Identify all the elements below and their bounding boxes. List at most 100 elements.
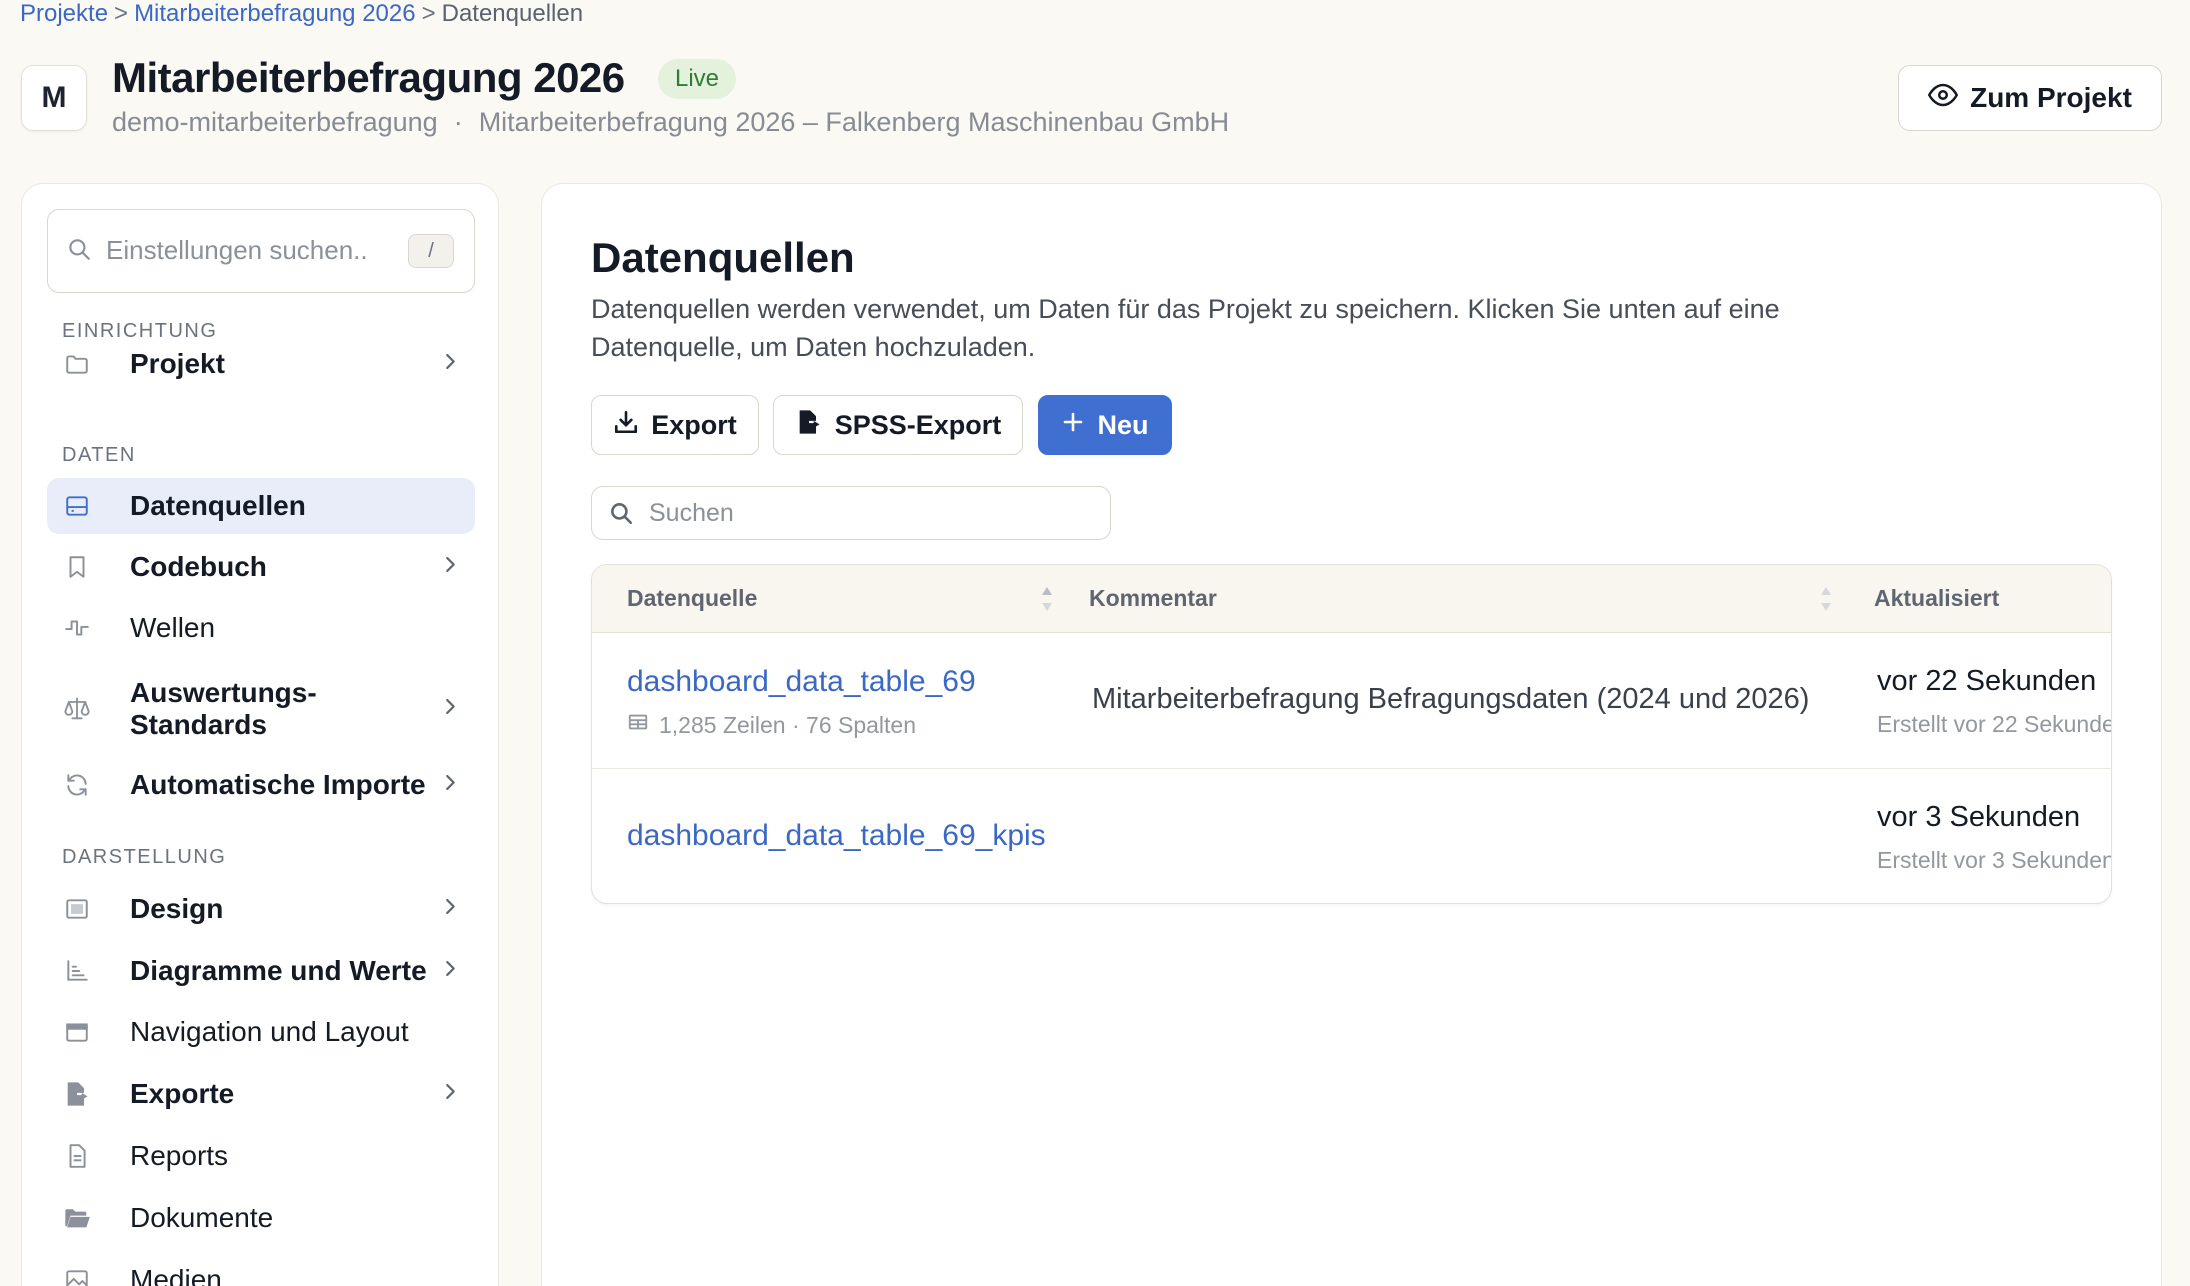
- page-title: Mitarbeiterbefragung 2026: [112, 54, 625, 101]
- datasource-link[interactable]: dashboard_data_table_69: [627, 665, 976, 699]
- sidebar-item-exporte[interactable]: Exporte: [47, 1066, 475, 1122]
- datasource-table: Datenquelle Kommentar Aktualisiert dashb…: [591, 564, 2112, 904]
- sidebar-item-label: Codebuch: [130, 551, 267, 582]
- datasource-comment: Mitarbeiterbefragung Befragungsdaten (20…: [1092, 683, 1810, 715]
- sidebar-item-diagramme[interactable]: Diagramme und Werte: [47, 943, 475, 999]
- section-label-data: DATEN: [62, 444, 136, 466]
- sidebar-item-label: Exporte: [130, 1078, 235, 1109]
- media-icon: [63, 1266, 91, 1286]
- waves-icon: [63, 614, 91, 642]
- sidebar-item-label: Datenquellen: [130, 490, 306, 521]
- file-export-icon: [63, 1080, 91, 1108]
- sidebar-item-label-line1: Auswertungs-: [130, 677, 317, 708]
- updated-time: vor 22 Sekunden: [1877, 665, 2097, 697]
- chevron-right-icon: [439, 958, 461, 985]
- sidebar-item-label: Automatische Importe: [130, 769, 426, 800]
- sidebar-item-auswertungs-standards[interactable]: Auswertungs- Standards: [47, 669, 475, 749]
- file-export-icon: [795, 408, 823, 443]
- new-button-label: Neu: [1097, 409, 1149, 440]
- view-project-button[interactable]: Zum Projekt: [1898, 65, 2162, 131]
- sidebar-item-design[interactable]: Design: [47, 881, 475, 937]
- section-description: Datenquellen werden verwendet, um Daten …: [591, 294, 1780, 362]
- chevron-right-icon: [439, 1081, 461, 1108]
- sidebar-item-medien[interactable]: Medien: [47, 1252, 475, 1286]
- layout-icon: [63, 1018, 91, 1046]
- sidebar-item-datenquellen[interactable]: Datenquellen: [47, 478, 475, 534]
- sidebar-item-label: Design: [130, 893, 224, 924]
- sidebar-item-codebuch[interactable]: Codebuch: [47, 539, 475, 595]
- sort-icon[interactable]: [1039, 583, 1055, 620]
- search-placeholder: Suchen: [649, 499, 734, 527]
- view-project-label: Zum Projekt: [1970, 82, 2132, 113]
- export-button[interactable]: Export: [591, 395, 759, 455]
- refresh-icon: [63, 771, 91, 799]
- section-title: Datenquellen: [591, 234, 855, 281]
- sidebar-item-wellen[interactable]: Wellen: [47, 600, 475, 656]
- sidebar-item-dokumente[interactable]: Dokumente: [47, 1190, 475, 1246]
- folder-icon: [63, 350, 91, 378]
- export-button-label: Export: [651, 409, 737, 440]
- breadcrumb-project[interactable]: Mitarbeiterbefragung 2026: [134, 0, 416, 27]
- created-time: Erstellt vor 3 Sekunden: [1877, 847, 2112, 873]
- sidebar-item-reports[interactable]: Reports: [47, 1128, 475, 1184]
- eye-icon: [1928, 80, 1959, 117]
- project-subtitle: demo-mitarbeiterbefragung · Mitarbeiterbef…: [112, 107, 1229, 138]
- section-label-display: DARSTELLUNG: [62, 846, 227, 868]
- chevron-right-icon: [439, 696, 461, 723]
- settings-search-input[interactable]: Einstellungen suchen.. /: [47, 209, 475, 293]
- datasource-meta: 1,285 Zeilen · 76 Spalten: [627, 711, 916, 739]
- chevron-right-icon: [439, 554, 461, 581]
- column-header-kommentar[interactable]: Kommentar: [1089, 585, 1217, 612]
- breadcrumb-current: Datenquellen: [441, 0, 584, 27]
- datasource-search-input[interactable]: Suchen: [591, 486, 1111, 540]
- table-row[interactable]: dashboard_data_table_69 1,285 Zeilen · 7…: [592, 633, 2111, 769]
- sidebar-item-label: Navigation und Layout: [130, 1016, 409, 1047]
- document-icon: [63, 1142, 91, 1170]
- chevron-right-icon: [439, 772, 461, 799]
- datasource-link[interactable]: dashboard_data_table_69_kpis: [627, 819, 1046, 853]
- folder-open-icon: [63, 1204, 91, 1232]
- shortcut-hint: /: [408, 234, 454, 268]
- sidebar-item-automatische-importe[interactable]: Automatische Importe: [47, 757, 475, 813]
- breadcrumb-projekte[interactable]: Projekte: [20, 0, 108, 27]
- updated-time: vor 3 Sekunden: [1877, 801, 2081, 833]
- chevron-right-icon: [439, 896, 461, 923]
- new-datasource-button[interactable]: Neu: [1038, 395, 1172, 455]
- spss-export-button-label: SPSS-Export: [834, 409, 1002, 440]
- sidebar-item-label: Auswertungs- Standards: [130, 677, 317, 741]
- search-icon: [608, 500, 634, 531]
- download-icon: [613, 409, 639, 442]
- sidebar-item-navigation-layout[interactable]: Navigation und Layout: [47, 1004, 475, 1060]
- chart-icon: [63, 957, 91, 985]
- project-description: Mitarbeiterbefragung 2026 – Falkenberg M…: [478, 107, 1230, 137]
- sidebar-item-projekt[interactable]: Projekt: [47, 336, 475, 392]
- sidebar-item-label: Reports: [130, 1140, 229, 1171]
- sidebar-item-label: Diagramme und Werte: [130, 955, 427, 986]
- sidebar-item-label: Medien: [130, 1264, 222, 1286]
- sidebar-item-label: Projekt: [130, 348, 225, 379]
- table-icon: [627, 711, 649, 739]
- table-row[interactable]: dashboard_data_table_69_kpis vor 3 Sekun…: [592, 769, 2112, 903]
- settings-search-placeholder: Einstellungen suchen..: [106, 235, 368, 265]
- chevron-right-icon: [439, 351, 461, 378]
- sidebar-item-label-line2: Standards: [130, 709, 267, 740]
- sort-icon[interactable]: [1818, 583, 1834, 620]
- settings-page: Projekte > Mitarbeiterbefragung 2026 > Daten…: [0, 0, 2190, 1286]
- sidebar-item-label: Wellen: [130, 612, 216, 643]
- breadcrumb-separator: >: [421, 0, 436, 27]
- column-header-aktualisiert[interactable]: Aktualisiert: [1874, 585, 1999, 612]
- project-avatar: M: [21, 65, 87, 131]
- sidebar-item-label: Dokumente: [130, 1202, 274, 1233]
- spss-export-button[interactable]: SPSS-Export: [773, 395, 1023, 455]
- column-header-datenquelle[interactable]: Datenquelle: [627, 585, 757, 612]
- status-badge: Live: [658, 59, 737, 99]
- breadcrumb: Projekte > Mitarbeiterbefragung 2026 > Daten…: [20, 0, 583, 28]
- subtitle-separator: ·: [453, 107, 463, 137]
- database-icon: [63, 492, 91, 520]
- created-time: Erstellt vor 22 Sekunden: [1877, 711, 2112, 737]
- bookmark-icon: [63, 553, 91, 581]
- scale-icon: [63, 695, 91, 723]
- image-icon: [63, 895, 91, 923]
- search-icon: [66, 236, 92, 267]
- breadcrumb-separator: >: [114, 0, 129, 27]
